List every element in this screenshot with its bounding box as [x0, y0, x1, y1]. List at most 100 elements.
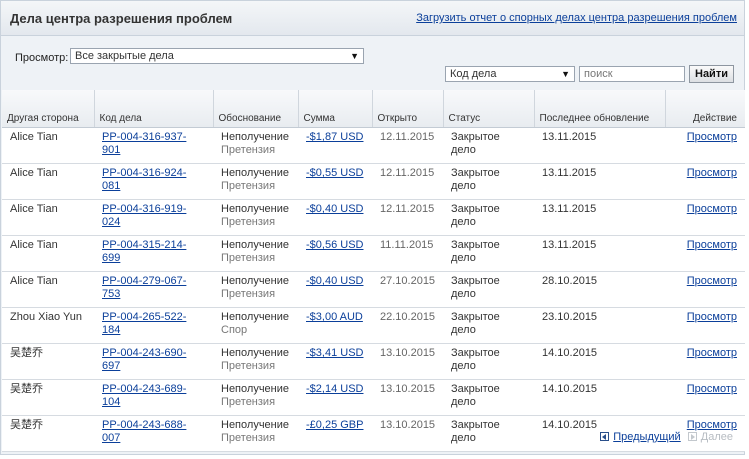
pagination: Предыдущий Далее [600, 431, 733, 443]
case-code-part-1: PP-004-243-689- [102, 383, 187, 395]
search-input[interactable] [579, 66, 685, 82]
search-field-select[interactable]: Код дела ▼ [445, 66, 575, 82]
case-code-link[interactable]: PP-004-279-067- 753 [102, 275, 186, 300]
cell-party: 吴楚乔 [2, 415, 94, 452]
cell-reason: Неполучение Претензия [213, 271, 298, 308]
chevron-down-icon: ▼ [561, 69, 570, 79]
view-case-link[interactable]: Просмотр [687, 275, 737, 287]
case-code-link[interactable]: PP-004-243-689- 104 [102, 383, 186, 408]
status-line-2: дело [451, 396, 476, 408]
amount-link[interactable]: -$3,41 USD [306, 347, 363, 359]
cell-amount: -$3,00 AUD [298, 307, 372, 344]
reason-main: Неполучение [221, 383, 289, 395]
cell-action: Просмотр [665, 199, 745, 236]
case-code-part-2: 699 [102, 252, 121, 264]
case-code-link[interactable]: PP-004-316-919- 024 [102, 203, 186, 228]
view-case-link[interactable]: Просмотр [687, 347, 737, 359]
cell-code: PP-004-243-689- 104 [94, 379, 213, 416]
cell-reason: Неполучение Претензия [213, 343, 298, 380]
table-row: Alice Tian PP-004-316-924- 081 Неполучение П… [2, 163, 745, 200]
reason-main: Неполучение [221, 131, 289, 143]
reason-type: Претензия [221, 396, 276, 408]
find-button[interactable]: Найти [689, 65, 734, 83]
view-select[interactable]: Все закрытые дела ▼ [70, 48, 364, 64]
cell-amount: -$3,41 USD [298, 343, 372, 380]
cell-reason: Неполучение Претензия [213, 163, 298, 200]
cell-opened: 22.10.2015 [372, 307, 443, 344]
cell-party: Alice Tian [2, 235, 94, 272]
chevron-down-icon: ▼ [350, 51, 359, 61]
cell-updated: 13.11.2015 [534, 127, 665, 164]
cell-party: 吴楚乔 [2, 379, 94, 416]
reason-type: Претензия [221, 216, 276, 228]
amount-link[interactable]: -$0,40 USD [306, 203, 363, 215]
view-case-link[interactable]: Просмотр [687, 167, 737, 179]
cell-reason: Неполучение Спор [213, 307, 298, 344]
view-case-link[interactable]: Просмотр [687, 203, 737, 215]
cases-table: Другая сторона Код дела Обоснование Сумм… [2, 90, 745, 452]
reason-main: Неполучение [221, 167, 289, 179]
cell-opened: 27.10.2015 [372, 271, 443, 308]
cell-status: Закрытое дело [443, 199, 534, 236]
status-line-2: дело [451, 288, 476, 300]
reason-main: Неполучение [221, 347, 289, 359]
column-header-opened[interactable]: Открыто [372, 90, 444, 128]
case-code-part-1: PP-004-243-690- [102, 347, 187, 359]
cell-party: Alice Tian [2, 199, 94, 236]
next-page-icon [687, 432, 697, 441]
view-case-link[interactable]: Просмотр [687, 239, 737, 251]
column-header-amount[interactable]: Сумма [298, 90, 373, 128]
case-code-link[interactable]: PP-004-243-690- 697 [102, 347, 186, 372]
view-case-link[interactable]: Просмотр [687, 419, 737, 431]
table-row: 吴楚乔 PP-004-243-689- 104 Неполучение Претензи… [2, 379, 745, 416]
status-line-1: Закрытое [451, 239, 500, 251]
amount-link[interactable]: -$3,00 AUD [306, 311, 363, 323]
column-header-party[interactable]: Другая сторона [2, 90, 95, 128]
column-header-code[interactable]: Код дела [94, 90, 214, 128]
status-line-1: Закрытое [451, 347, 500, 359]
case-code-link[interactable]: PP-004-243-688- 007 [102, 419, 186, 444]
cell-action: Просмотр [665, 235, 745, 272]
view-case-link[interactable]: Просмотр [687, 311, 737, 323]
case-code-link[interactable]: PP-004-316-937- 901 [102, 131, 186, 156]
amount-link[interactable]: -$1,87 USD [306, 131, 363, 143]
view-case-link[interactable]: Просмотр [687, 131, 737, 143]
amount-link[interactable]: -$0,40 USD [306, 275, 363, 287]
reason-main: Неполучение [221, 239, 289, 251]
amount-link[interactable]: -$0,56 USD [306, 239, 363, 251]
status-line-2: дело [451, 252, 476, 264]
column-header-updated[interactable]: Последнее обновление [534, 90, 666, 128]
reason-type: Претензия [221, 288, 276, 300]
case-code-part-1: PP-004-243-688- [102, 419, 187, 431]
case-code-link[interactable]: PP-004-315-214- 699 [102, 239, 186, 264]
cell-code: PP-004-315-214- 699 [94, 235, 213, 272]
column-header-status[interactable]: Статус [443, 90, 535, 128]
previous-page-link[interactable]: Предыдущий [613, 431, 680, 443]
reason-main: Неполучение [221, 419, 289, 431]
cell-opened: 11.11.2015 [372, 235, 443, 272]
case-code-part-1: PP-004-316-924- [102, 167, 187, 179]
cell-code: PP-004-265-522- 184 [94, 307, 213, 344]
cell-status: Закрытое дело [443, 379, 534, 416]
case-code-part-1: PP-004-265-522- [102, 311, 187, 323]
cell-action: Просмотр [665, 271, 745, 308]
cell-party: Alice Tian [2, 271, 94, 308]
reason-type: Претензия [221, 252, 276, 264]
case-code-link[interactable]: PP-004-316-924- 081 [102, 167, 186, 192]
column-header-reason[interactable]: Обоснование [213, 90, 299, 128]
reason-main: Неполучение [221, 311, 289, 323]
cell-party: Alice Tian [2, 163, 94, 200]
case-code-part-2: 104 [102, 396, 121, 408]
view-case-link[interactable]: Просмотр [687, 383, 737, 395]
prev-page-icon[interactable] [600, 432, 610, 441]
case-code-part-2: 901 [102, 144, 121, 156]
amount-link[interactable]: -£0,25 GBP [306, 419, 363, 431]
cell-updated: 13.11.2015 [534, 235, 665, 272]
amount-link[interactable]: -$2,14 USD [306, 383, 363, 395]
table-row: Alice Tian PP-004-316-937- 901 Неполучение П… [2, 127, 745, 164]
cell-opened: 13.10.2015 [372, 415, 443, 452]
download-report-link[interactable]: Загрузить отчет о спорных делах центра р… [416, 12, 737, 24]
case-code-link[interactable]: PP-004-265-522- 184 [102, 311, 186, 336]
amount-link[interactable]: -$0,55 USD [306, 167, 363, 179]
status-line-1: Закрытое [451, 203, 500, 215]
